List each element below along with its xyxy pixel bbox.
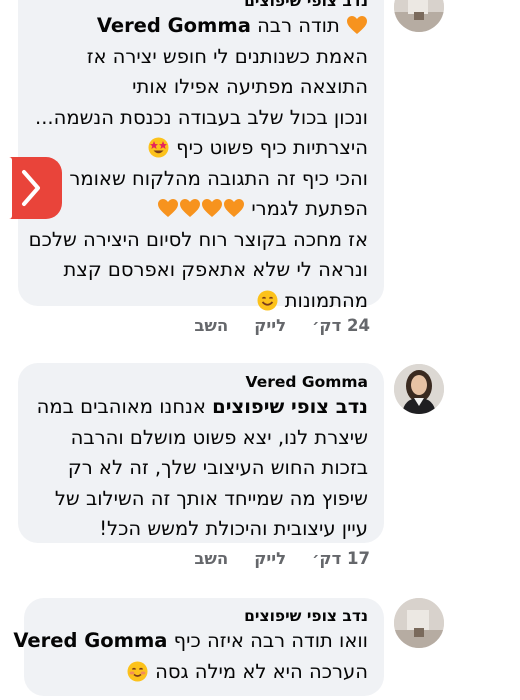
commenter-avatar[interactable] <box>394 364 444 414</box>
comment-text-line: וואו תודה רבה איזה כיף <box>173 629 368 652</box>
orange-heart-icon <box>157 198 179 218</box>
comment-bubble: נדב צופי שיפוצים וואו תודה רבה איזה כיף … <box>13 598 384 696</box>
orange-heart-icon <box>346 15 368 35</box>
like-button[interactable]: לייק <box>254 549 286 568</box>
mentioned-user[interactable]: Vered Gomma <box>97 14 251 37</box>
comment-text-line: אנחנו מאוהבים במה <box>36 395 206 418</box>
comment-timestamp[interactable]: 24 דק׳ <box>312 316 370 335</box>
comment-text: נדב צופי שיפוצים אנחנו מאוהבים במה שיצרת… <box>28 392 368 545</box>
comment-text-line: אז מחכה בקוצר רוח לסיום היצירה שלכם <box>28 227 368 251</box>
commenter-avatar[interactable] <box>394 598 444 648</box>
reply-button[interactable]: השב <box>194 549 228 568</box>
comment-author[interactable]: נדב צופי שיפוצים <box>28 0 368 10</box>
smiling-face-emoji-icon <box>257 290 278 311</box>
orange-heart-icon <box>201 198 223 218</box>
comment-timestamp[interactable]: 17 דק׳ <box>312 549 370 568</box>
comment-text-line: ונראה לי שלא אתאפק ואפרסם קצת <box>63 258 368 281</box>
comment-actions: 24 דק׳ לייק השב <box>194 316 370 335</box>
comment-text-line: האמת כשנותנים לי חופש יצירה אז <box>86 44 368 68</box>
side-tab-handle <box>0 157 12 219</box>
like-button[interactable]: לייק <box>254 316 286 335</box>
comment-text-line: תודה רבה <box>257 14 340 37</box>
orange-heart-icon <box>223 198 245 218</box>
comment-bubble: Vered Gomma נדב צופי שיפוצים אנחנו מאוהב… <box>18 363 384 543</box>
orange-heart-icon <box>179 198 201 218</box>
comment-text-line: שיפוץ מה שמייחד אותך זה השילוב של <box>54 486 368 510</box>
reply-button[interactable]: השב <box>194 316 228 335</box>
comment-text-line: ונכון בכול שלב בעבודה נכנסת הנשמה... <box>35 105 368 129</box>
comment-text: תודה רבה Vered Gomma האמת כשנותנים לי חו… <box>28 11 368 316</box>
comment-text-line: בזכות החוש העיצובי שלך, זה לא רק <box>67 456 368 479</box>
comment-author[interactable]: נדב צופי שיפוצים <box>34 607 368 625</box>
blushing-face-emoji-icon <box>127 661 148 682</box>
comment-text-line: עיין עיצובית והיכולת למשש הכל! <box>99 517 368 540</box>
comment-text: וואו תודה רבה איזה כיף Vered Gomma הערכה… <box>13 626 368 687</box>
star-struck-emoji-icon <box>148 137 169 158</box>
comment-text-line: התוצאה מפתיעה אפילו אותי <box>132 75 368 98</box>
commenter-avatar[interactable] <box>394 0 444 32</box>
comment-text-line: שיצרת לנו, יצא פשוט מושלם והרבה <box>70 425 368 449</box>
comment-text-line: היצרתיות כיף פשוט כיף <box>176 136 368 159</box>
comment-text-line: והכי כיף זה התגובה מהלקוח שאומר וו <box>52 166 368 190</box>
comment-text-line: מהתמונות <box>284 288 368 312</box>
comment-text-line: הערכה היא לא מילה גסה <box>155 659 368 683</box>
mentioned-user[interactable]: Vered Gomma <box>13 629 167 652</box>
mentioned-user[interactable]: נדב צופי שיפוצים <box>212 395 368 418</box>
comment-author[interactable]: Vered Gomma <box>28 373 368 391</box>
comment-actions: 17 דק׳ לייק השב <box>194 549 370 568</box>
comment-text-line: הפתעת לגמרי <box>251 197 368 220</box>
comment-bubble: נדב צופי שיפוצים תודה רבה Vered Gomma הא… <box>18 0 384 312</box>
chevron-right-icon <box>22 170 40 206</box>
